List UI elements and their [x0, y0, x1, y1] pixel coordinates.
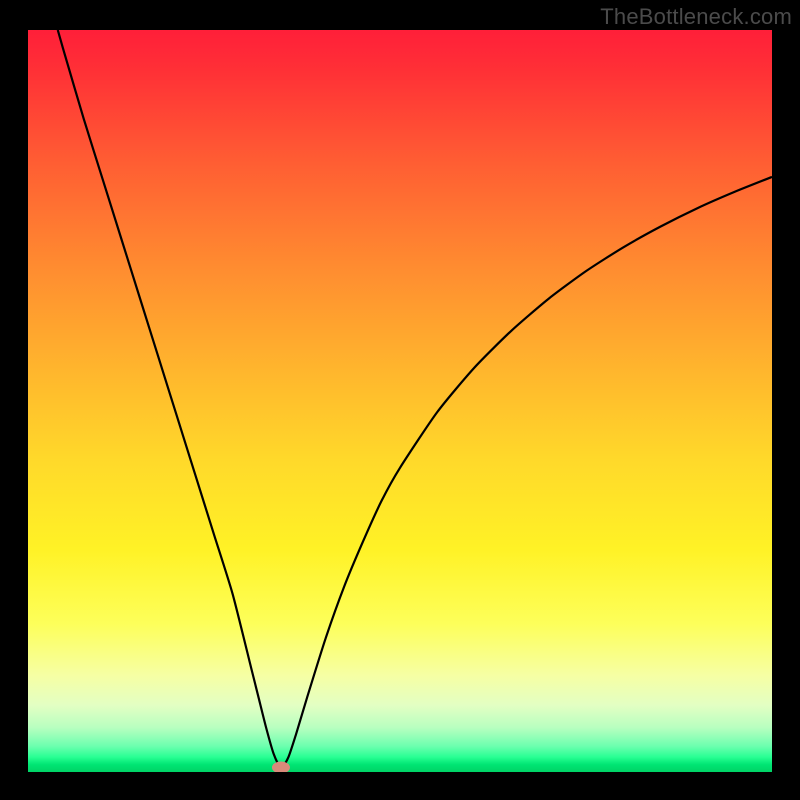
bottleneck-curve — [58, 30, 772, 768]
watermark-text: TheBottleneck.com — [600, 4, 792, 30]
chart-frame: TheBottleneck.com — [0, 0, 800, 800]
min-marker — [272, 762, 290, 772]
plot-area — [28, 30, 772, 772]
curve-layer — [28, 30, 772, 772]
